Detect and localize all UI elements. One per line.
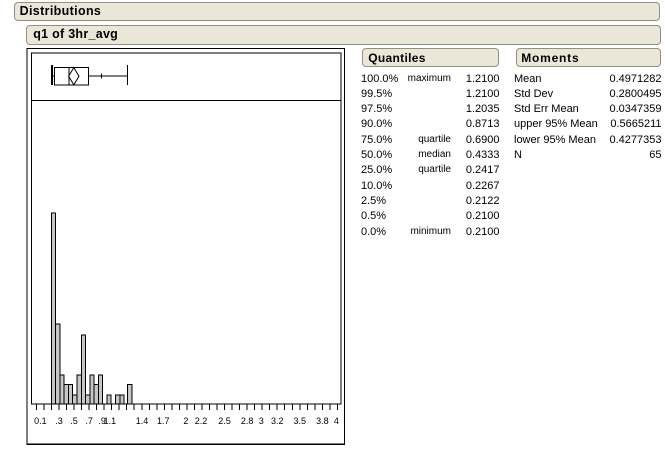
svg-text:4: 4 [334, 416, 339, 426]
svg-text:2: 2 [183, 416, 188, 426]
svg-text:3.5: 3.5 [294, 416, 307, 426]
svg-text:2.5: 2.5 [218, 416, 231, 426]
svg-text:.5: .5 [70, 416, 78, 426]
svg-text:3: 3 [259, 416, 264, 426]
svg-text:0.1: 0.1 [34, 416, 47, 426]
svg-text:2.2: 2.2 [195, 416, 208, 426]
svg-text:3.8: 3.8 [316, 416, 329, 426]
svg-text:1.1: 1.1 [104, 416, 117, 426]
svg-text:2.8: 2.8 [241, 416, 254, 426]
svg-text:1.7: 1.7 [157, 416, 170, 426]
svg-text:1.4: 1.4 [136, 416, 149, 426]
svg-text:3.2: 3.2 [271, 416, 284, 426]
svg-text:.3: .3 [55, 416, 63, 426]
svg-text:.7: .7 [85, 416, 93, 426]
